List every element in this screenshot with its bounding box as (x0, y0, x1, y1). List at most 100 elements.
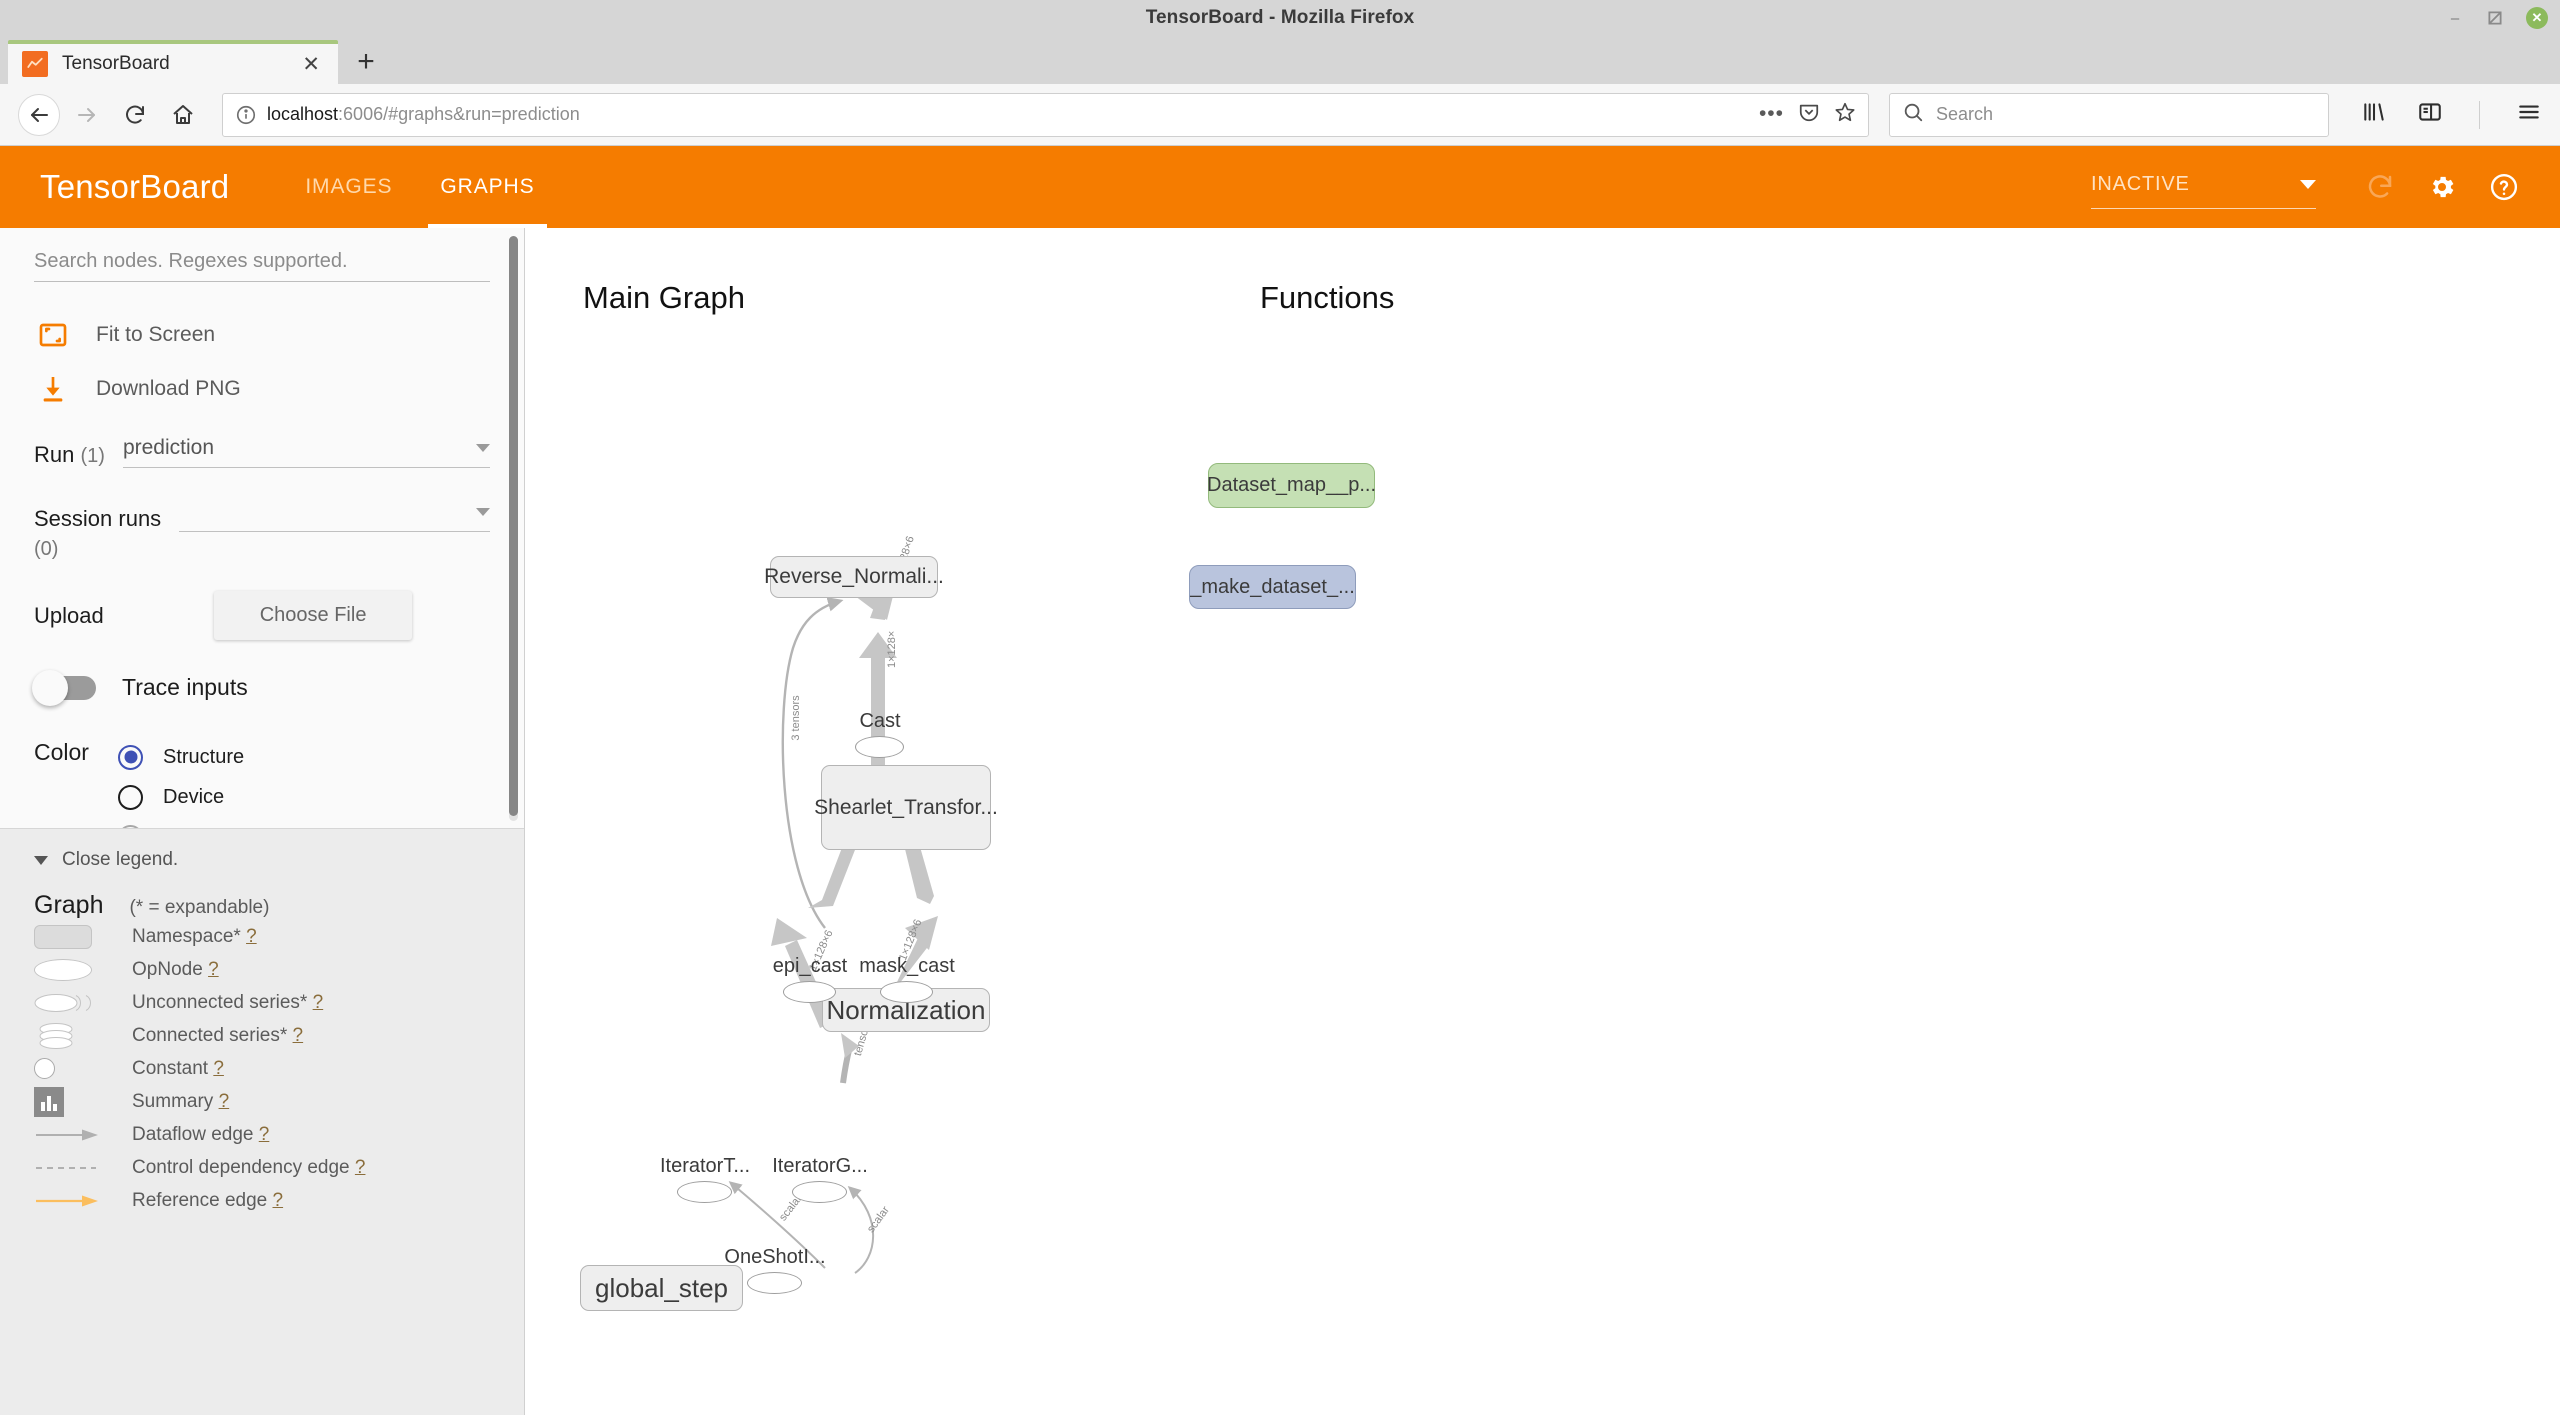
color-options: Color Structure Device XLA Cluster (34, 737, 490, 828)
help-link[interactable]: ? (246, 926, 257, 947)
url-path: :6006/#graphs&run=prediction (338, 104, 580, 124)
info-circle-icon[interactable] (235, 104, 257, 126)
help-link[interactable]: ? (273, 1190, 284, 1211)
help-link[interactable]: ? (293, 1025, 304, 1046)
refresh-icon[interactable] (2356, 163, 2404, 211)
function-node-label: _make_dataset_... (1190, 575, 1355, 598)
sidebar-icon[interactable] (2417, 99, 2443, 130)
browser-navbar: localhost:6006/#graphs&run=prediction ••… (0, 84, 2560, 146)
dataflow-edge-symbol (34, 1127, 132, 1143)
opnode-ellipse (792, 1181, 847, 1203)
legend-label: Control dependency edge (132, 1156, 350, 1178)
legend-item-unconnected-series: Unconnected series* ? (34, 986, 490, 1019)
legend-label: Dataflow edge (132, 1123, 254, 1145)
browser-tab[interactable]: TensorBoard ✕ (8, 40, 338, 84)
sidebar-scrollbar-thumb[interactable] (509, 236, 518, 816)
legend-label: Summary (132, 1090, 214, 1112)
tensorboard-brand[interactable]: TensorBoard (40, 168, 229, 206)
graph-node-label-iterator-t: IteratorT... (659, 1155, 751, 1177)
browser-tabstrip: TensorBoard ✕ + (0, 36, 2560, 84)
reload-icon[interactable] (114, 94, 156, 136)
help-link[interactable]: ? (213, 1058, 224, 1079)
tab-close-icon[interactable]: ✕ (298, 54, 324, 75)
tensorboard-tabs: IMAGES GRAPHS (281, 146, 558, 228)
page-actions-icon[interactable]: ••• (1759, 104, 1784, 124)
session-runs-label: Session runs (34, 506, 162, 531)
help-circle-icon[interactable] (2480, 163, 2528, 211)
star-icon[interactable] (1834, 101, 1856, 128)
graph-node-cast[interactable] (855, 736, 904, 758)
browser-search-bar[interactable]: Search (1889, 92, 2329, 137)
window-titlebar: TensorBoard - Mozilla Firefox – ✕ (0, 0, 2560, 36)
session-runs-selector[interactable]: Session runs (34, 494, 490, 532)
fit-to-screen-icon (34, 316, 72, 354)
trace-inputs-row[interactable]: Trace inputs (32, 669, 490, 706)
main-graph-title: Main Graph (583, 280, 745, 315)
help-link[interactable]: ? (219, 1091, 230, 1112)
toolbar-divider (2479, 100, 2480, 129)
graph-node-global-step[interactable]: global_step (580, 1265, 743, 1311)
function-node-dataset-map[interactable]: Dataset_map__p... (1207, 463, 1376, 508)
graph-canvas[interactable]: Main Graph Functions 3 tensors 1×128× 1×… (525, 228, 2560, 1415)
home-icon[interactable] (162, 94, 204, 136)
tab-graphs[interactable]: GRAPHS (416, 146, 558, 228)
fit-to-screen-button[interactable]: Fit to Screen (34, 308, 490, 362)
graph-node-iterator-g[interactable] (792, 1181, 847, 1203)
close-icon[interactable]: ✕ (2526, 7, 2548, 29)
help-link[interactable]: ? (355, 1157, 366, 1178)
color-option-device[interactable]: Device (118, 777, 490, 817)
function-node-make-dataset[interactable]: _make_dataset_... (1189, 565, 1356, 609)
back-arrow-icon[interactable] (18, 93, 60, 136)
minimize-icon[interactable]: – (2446, 9, 2464, 27)
close-legend-label: Close legend. (62, 849, 179, 870)
help-link[interactable]: ? (208, 959, 219, 980)
graph-node-shearlet-transform[interactable]: Shearlet_Transfor... (814, 765, 998, 850)
search-nodes-input[interactable]: Search nodes. Regexes supported. (34, 250, 490, 282)
color-option-structure[interactable]: Structure (118, 737, 490, 777)
graph-node-reverse-normalize[interactable]: Reverse_Normali... (764, 556, 944, 598)
graph-node-one-shot-iterator[interactable] (747, 1272, 802, 1294)
library-icon[interactable] (2361, 99, 2387, 130)
download-png-label: Download PNG (96, 377, 241, 400)
constant-symbol (34, 1058, 132, 1079)
radio-icon[interactable] (118, 744, 143, 770)
gear-icon[interactable] (2418, 163, 2466, 211)
tensorboard-header: TensorBoard IMAGES GRAPHS INACTIVE (0, 146, 2560, 228)
url-text[interactable]: localhost:6006/#graphs&run=prediction (267, 104, 1749, 125)
graph-controls-sidebar: Search nodes. Regexes supported. Fit to … (0, 228, 525, 1415)
edge-label-three-tensors: 3 tensors (790, 695, 802, 741)
tab-images[interactable]: IMAGES (281, 146, 416, 228)
help-link[interactable]: ? (259, 1124, 270, 1145)
hamburger-menu-icon[interactable] (2516, 99, 2542, 130)
run-selector[interactable]: Run (1) prediction (34, 430, 490, 468)
graph-node-label-iterator-g: IteratorG... (772, 1155, 868, 1177)
graph-node-label-cast: Cast (859, 710, 901, 732)
url-bar[interactable]: localhost:6006/#graphs&run=prediction ••… (222, 92, 1869, 137)
opnode-ellipse (880, 981, 933, 1003)
status-select[interactable]: INACTIVE (2091, 165, 2316, 209)
graph-node-iterator-t[interactable] (677, 1181, 732, 1203)
legend-item-namespace: Namespace* ? (34, 920, 490, 953)
status-select-value: INACTIVE (2091, 173, 2190, 195)
legend-label: Unconnected series* (132, 991, 308, 1013)
color-option-xla-cluster[interactable]: XLA Cluster (118, 817, 490, 828)
close-legend-button[interactable]: Close legend. (34, 849, 490, 871)
graph-node-mask-cast[interactable] (880, 981, 933, 1003)
window-controls: – ✕ (2446, 0, 2548, 36)
download-png-button[interactable]: Download PNG (34, 362, 490, 416)
radio-icon[interactable] (118, 784, 143, 810)
pocket-icon[interactable] (1798, 101, 1820, 128)
session-runs-count: (0) (34, 538, 59, 560)
upload-row: Upload Choose File (34, 591, 490, 640)
forward-arrow-icon[interactable] (66, 94, 108, 136)
trace-inputs-toggle[interactable] (32, 669, 96, 706)
choose-file-button[interactable]: Choose File (213, 591, 413, 640)
new-tab-button[interactable]: + (338, 40, 394, 84)
chart-line-icon (22, 51, 48, 77)
maximize-icon[interactable] (2486, 9, 2504, 27)
opnode-ellipse (855, 736, 904, 758)
help-link[interactable]: ? (313, 992, 324, 1013)
graph-node-epi-cast[interactable] (783, 981, 836, 1003)
graph-node-label: global_step (595, 1272, 728, 1303)
radio-icon[interactable] (118, 824, 143, 828)
